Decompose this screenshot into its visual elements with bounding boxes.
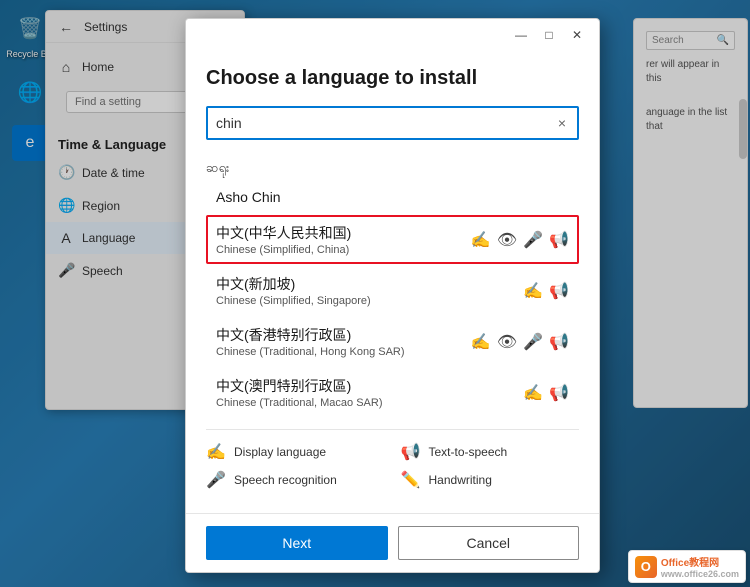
zh-hk-handwriting-icon: ✍ xyxy=(471,332,491,352)
legend-speech-label: Speech recognition xyxy=(234,473,337,487)
lang-zh-sg-name: 中文(新加坡) xyxy=(216,274,371,294)
ocr-icon: 👁 xyxy=(497,230,517,250)
legend-speech-icon: 🎤 xyxy=(206,470,226,490)
lang-zh-sg-sub: Chinese (Simplified, Singapore) xyxy=(216,295,371,307)
lang-item-zh-sg[interactable]: 中文(新加坡) Chinese (Simplified, Singapore) … xyxy=(206,266,579,315)
tts-icon: 📢 xyxy=(549,230,569,250)
legend-handwriting-label: Handwriting xyxy=(429,473,492,487)
cancel-button[interactable]: Cancel xyxy=(398,526,580,560)
legend-display-icon: ✍ xyxy=(206,442,226,462)
lang-zh-mo-sub: Chinese (Traditional, Macao SAR) xyxy=(216,397,383,409)
zh-mo-tts-icon: 📢 xyxy=(549,383,569,403)
lang-item-zh-hk-row: 中文(香港特别行政區) Chinese (Traditional, Hong K… xyxy=(216,325,569,358)
lang-zh-mo-icons: ✍ 📢 xyxy=(523,383,569,403)
modal-title: Choose a language to install xyxy=(206,67,579,90)
zh-hk-mic-icon: 🎤 xyxy=(523,332,543,352)
lang-item-zh-mo-row: 中文(澳門特别行政區) Chinese (Traditional, Macao … xyxy=(216,376,569,409)
lang-item-zh-mo[interactable]: 中文(澳門特别行政區) Chinese (Traditional, Macao … xyxy=(206,368,579,417)
lang-zh-hk-icons: ✍ 👁 🎤 📢 xyxy=(471,332,569,352)
watermark-url: www.office26.com xyxy=(661,569,739,579)
lang-zh-cn-sub: Chinese (Simplified, China) xyxy=(216,244,351,256)
lang-item-zh-cn-row: 中文(中华人民共和国) Chinese (Simplified, China) … xyxy=(216,223,569,256)
legend-tts-icon: 📢 xyxy=(401,442,421,462)
modal-dialog: — □ ✕ Choose a language to install × ဆရု… xyxy=(185,18,600,573)
watermark-text: Office教程网 www.office26.com xyxy=(661,554,739,579)
modal-footer: Next Cancel xyxy=(186,513,599,572)
watermark: O Office教程网 www.office26.com xyxy=(628,550,746,583)
lang-group-header: ဆရုး xyxy=(206,156,579,181)
lang-item-zh-sg-row: 中文(新加坡) Chinese (Simplified, Singapore) … xyxy=(216,274,569,307)
lang-item-zh-cn[interactable]: 中文(中华人民共和国) Chinese (Simplified, China) … xyxy=(206,215,579,264)
search-clear-button[interactable]: × xyxy=(547,108,577,138)
watermark-site: Office教程网 xyxy=(661,554,739,569)
lang-zh-cn-name: 中文(中华人民共和国) xyxy=(216,223,351,243)
lang-zh-cn-icons: ✍ 👁 🎤 📢 xyxy=(471,230,569,250)
search-box: × xyxy=(206,106,579,140)
lang-zh-hk-name: 中文(香港特别行政區) xyxy=(216,325,405,345)
lang-asho-chin-name: Asho Chin xyxy=(216,189,281,205)
lang-zh-sg-icons: ✍ 📢 xyxy=(523,281,569,301)
modal-body: Choose a language to install × ဆရုး Asho… xyxy=(186,51,599,513)
legend-display-lang: ✍ Display language xyxy=(206,442,385,462)
zh-hk-ocr-icon: 👁 xyxy=(497,332,517,352)
legend-handwriting-icon: ✏️ xyxy=(401,470,421,490)
handwriting-icon: ✍ xyxy=(471,230,491,250)
maximize-button[interactable]: □ xyxy=(535,21,563,49)
lang-zh-mo-name: 中文(澳門特别行政區) xyxy=(216,376,383,396)
legend-tts-label: Text-to-speech xyxy=(429,445,508,459)
language-search-input[interactable] xyxy=(208,109,547,137)
close-button[interactable]: ✕ xyxy=(563,21,591,49)
lang-item-zh-hk[interactable]: 中文(香港特别行政區) Chinese (Traditional, Hong K… xyxy=(206,317,579,366)
legend-handwriting: ✏️ Handwriting xyxy=(401,470,580,490)
minimize-button[interactable]: — xyxy=(507,21,535,49)
next-button[interactable]: Next xyxy=(206,526,388,560)
legend-speech: 🎤 Speech recognition xyxy=(206,470,385,490)
modal-titlebar: — □ ✕ xyxy=(186,19,599,51)
zh-sg-tts-icon: 📢 xyxy=(549,281,569,301)
legend-section: ✍ Display language 📢 Text-to-speech 🎤 Sp… xyxy=(206,429,579,490)
lang-item-asho-chin-row: Asho Chin xyxy=(216,189,569,205)
zh-hk-tts-icon: 📢 xyxy=(549,332,569,352)
lang-zh-hk-sub: Chinese (Traditional, Hong Kong SAR) xyxy=(216,346,405,358)
lang-item-asho-chin[interactable]: Asho Chin xyxy=(206,181,579,213)
mic-icon: 🎤 xyxy=(523,230,543,250)
legend-tts: 📢 Text-to-speech xyxy=(401,442,580,462)
watermark-icon: O xyxy=(635,556,657,578)
zh-mo-handwriting-icon: ✍ xyxy=(523,383,543,403)
zh-sg-handwriting-icon: ✍ xyxy=(523,281,543,301)
legend-display-label: Display language xyxy=(234,445,326,459)
